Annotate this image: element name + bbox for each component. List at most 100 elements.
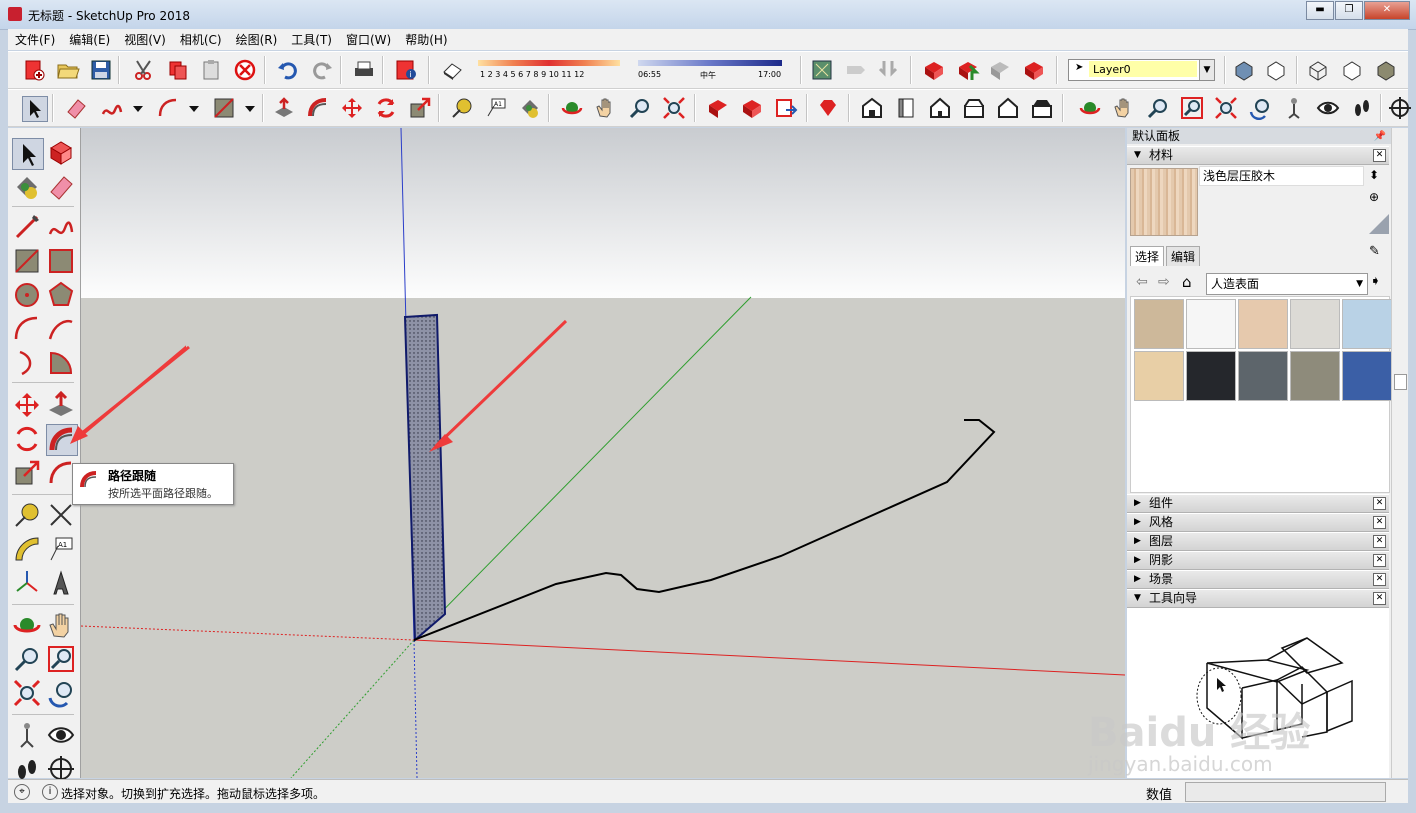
material-name-field[interactable]: 浅色层压胶木 [1199, 166, 1364, 186]
components-panel-header[interactable]: ▶ 组件 ✕ [1127, 494, 1389, 513]
menu-file[interactable]: 文件(F) [8, 31, 62, 48]
extension-warehouse-icon[interactable] [1022, 58, 1046, 82]
tab-select[interactable]: 选择 [1130, 246, 1165, 266]
scale-tool-icon[interactable] [408, 96, 432, 120]
follow-me-tool-icon[interactable] [306, 96, 330, 120]
rotate-tool-icon[interactable] [374, 96, 398, 120]
rotate-tool-icon[interactable] [12, 424, 42, 454]
pan-camera-icon[interactable] [1112, 96, 1136, 120]
section-plane-icon[interactable] [1388, 96, 1412, 120]
warehouse-share-icon[interactable] [740, 96, 764, 120]
sketchup-app-icon[interactable] [8, 7, 22, 21]
eraser-tool-icon[interactable] [46, 172, 76, 202]
copy-icon[interactable] [166, 58, 190, 82]
pan-tool-icon[interactable] [46, 610, 76, 640]
zoom-tool-icon[interactable] [628, 96, 652, 120]
tray-scrollbar[interactable] [1391, 128, 1408, 778]
orbit-tool-icon[interactable] [12, 610, 42, 640]
material-swatch[interactable] [1186, 299, 1236, 349]
select-tool-icon[interactable] [22, 96, 48, 122]
sample-paint-eyedropper-icon[interactable]: ✎ [1369, 244, 1380, 259]
material-swatch[interactable] [1290, 351, 1340, 401]
3d-text-icon[interactable] [46, 568, 76, 598]
model-info-icon[interactable]: i [394, 58, 418, 82]
menu-window[interactable]: 窗口(W) [339, 31, 398, 48]
push-pull-tool-icon[interactable] [272, 96, 296, 120]
zoom-window-icon[interactable] [46, 644, 76, 674]
material-swatch[interactable] [1342, 299, 1392, 349]
circle-tool-icon[interactable] [12, 280, 42, 310]
new-file-icon[interactable] [22, 58, 46, 82]
minimize-button[interactable]: ▬ [1306, 1, 1334, 20]
close-icon[interactable]: ✕ [1373, 573, 1386, 586]
layers-panel-header[interactable]: ▶ 图层 ✕ [1127, 532, 1389, 551]
home-icon[interactable]: ⌂ [1182, 273, 1192, 291]
close-icon[interactable]: ✕ [1373, 535, 1386, 548]
move-tool-icon[interactable] [12, 390, 42, 420]
right-view-icon[interactable] [962, 96, 986, 120]
previous-view-icon[interactable] [1248, 96, 1272, 121]
hidden-line-icon[interactable] [1340, 58, 1364, 82]
redo-icon[interactable] [310, 58, 334, 82]
add-location-terrain-icon[interactable] [876, 58, 900, 82]
material-swatch[interactable] [1134, 299, 1184, 349]
scrollbar-thumb[interactable] [1394, 374, 1407, 390]
chevron-down-icon[interactable] [182, 96, 199, 120]
position-camera-icon[interactable] [12, 720, 42, 750]
ruby-console-icon[interactable] [816, 96, 840, 120]
maximize-button[interactable]: ❐ [1335, 1, 1363, 20]
materials-panel-header[interactable]: ▼ 材料 ✕ [1127, 146, 1389, 165]
layout-send-icon[interactable] [774, 96, 798, 120]
text-label-icon[interactable]: A1 [46, 534, 76, 564]
line-tool-icon[interactable] [12, 212, 42, 242]
share-component-icon[interactable] [988, 58, 1012, 82]
shadows-panel-header[interactable]: ▶ 阴影 ✕ [1127, 551, 1389, 570]
layer-dropdown[interactable]: ➤ Layer0 ▼ [1068, 59, 1215, 81]
back-edges-icon[interactable] [1264, 58, 1288, 82]
close-icon[interactable]: ✕ [1373, 554, 1386, 567]
tab-edit[interactable]: 编辑 [1166, 246, 1201, 266]
scale-tool-icon[interactable] [12, 458, 42, 488]
orbit-camera-icon[interactable] [1078, 96, 1102, 120]
freehand-tool-icon[interactable] [100, 96, 124, 120]
polygon-tool-icon[interactable] [46, 280, 76, 310]
shadow-time-slider[interactable]: 06:55 中午 17:00 [636, 60, 786, 82]
geo-location-status-icon[interactable]: ⌖ [14, 784, 30, 800]
erase-delete-icon[interactable] [233, 58, 257, 82]
menu-draw[interactable]: 绘图(R) [229, 31, 285, 48]
zoom-extents-camera-icon[interactable] [1214, 96, 1238, 120]
styles-panel-header[interactable]: ▶ 风格 ✕ [1127, 513, 1389, 532]
position-camera-icon[interactable] [1282, 96, 1306, 120]
previous-view-icon[interactable] [46, 678, 76, 708]
save-icon[interactable] [89, 58, 113, 82]
material-swatch[interactable] [1238, 351, 1288, 401]
eraser-tool-icon[interactable] [64, 96, 88, 120]
forward-arrow-icon[interactable]: ⇨ [1158, 274, 1170, 290]
paint-bucket-icon[interactable] [518, 96, 542, 120]
close-icon[interactable]: ✕ [1373, 592, 1386, 605]
material-swatch[interactable] [1186, 351, 1236, 401]
top-view-icon[interactable] [894, 96, 918, 120]
instructor-panel-header[interactable]: ▼ 工具向导 ✕ [1127, 589, 1389, 608]
move-tool-icon[interactable] [340, 96, 364, 120]
paint-bucket-icon[interactable] [12, 172, 42, 202]
wireframe-style-icon[interactable] [1306, 58, 1330, 82]
3d-warehouse-icon[interactable] [922, 58, 946, 82]
walk-footprints-icon[interactable] [1350, 96, 1374, 120]
pin-icon[interactable]: 📌 [1374, 129, 1386, 145]
close-icon[interactable]: ✕ [1373, 516, 1386, 529]
select-tool-icon[interactable] [12, 138, 44, 170]
xray-style-icon[interactable] [1232, 58, 1256, 82]
zoom-tool-icon[interactable] [12, 644, 42, 674]
pan-tool-icon[interactable] [594, 96, 618, 120]
iso-view-icon[interactable] [860, 96, 884, 120]
look-around-eye-icon[interactable] [1316, 96, 1340, 120]
material-swatch[interactable] [1238, 299, 1288, 349]
zoom-camera-icon[interactable] [1146, 96, 1170, 120]
orbit-tool-icon[interactable] [560, 96, 584, 120]
print-icon[interactable] [352, 58, 376, 82]
menu-tools[interactable]: 工具(T) [284, 31, 339, 48]
close-icon[interactable]: ✕ [1373, 497, 1386, 510]
close-icon[interactable]: ✕ [1373, 149, 1386, 162]
shadows-toggle-icon[interactable] [440, 58, 464, 82]
